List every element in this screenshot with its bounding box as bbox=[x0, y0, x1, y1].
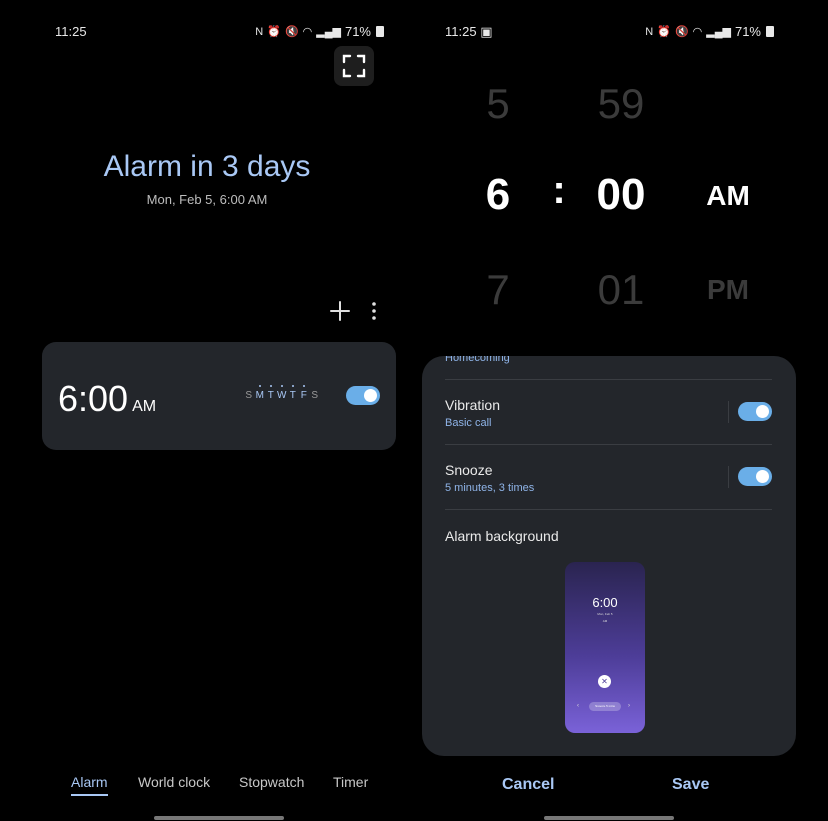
time-separator: : bbox=[552, 168, 566, 212]
tab-stopwatch[interactable]: Stopwatch bbox=[239, 774, 304, 790]
status-time: 11:25 bbox=[55, 24, 87, 39]
gallery-icon: ▣ bbox=[480, 24, 493, 39]
snooze-sub: 5 minutes, 3 times bbox=[445, 482, 535, 494]
more-vertical-icon bbox=[372, 302, 376, 320]
preview-ampm: AM bbox=[602, 619, 608, 623]
toggle-knob bbox=[756, 470, 769, 483]
alarm-toggle[interactable] bbox=[346, 386, 380, 405]
battery-percent: 71% bbox=[734, 24, 761, 39]
more-options-button[interactable] bbox=[364, 297, 384, 325]
nfc-icon: N bbox=[645, 25, 654, 38]
preview-dismiss-icon: ✕ bbox=[598, 675, 611, 688]
status-bar: 11:25 ▣ N ⏰ 🔇 ◠ ▂▄▆ 71% bbox=[414, 24, 828, 42]
battery-icon bbox=[376, 26, 384, 37]
alarm-list-screen: 11:25 N ⏰ 🔇 ◠ ▂▄▆ 71% Alarm in 3 days Mo… bbox=[0, 0, 414, 821]
repeat-days: S M T W T F S bbox=[244, 385, 320, 401]
home-indicator[interactable] bbox=[154, 816, 284, 820]
alarm-card[interactable]: 6:00 AM S M T W T F S bbox=[42, 342, 396, 450]
status-time-value: 11:25 bbox=[445, 24, 477, 39]
day-wed: W bbox=[277, 385, 287, 401]
minute-prev[interactable]: 59 bbox=[586, 80, 656, 128]
ampm-selected[interactable]: AM bbox=[698, 180, 758, 212]
bottom-tab-bar: Alarm World clock Stopwatch Timer bbox=[0, 774, 414, 796]
hour-selected[interactable]: 6 bbox=[478, 170, 518, 220]
fullscreen-icon bbox=[342, 54, 366, 78]
divider bbox=[445, 509, 772, 510]
mute-icon: 🔇 bbox=[284, 26, 299, 38]
status-icons: N ⏰ 🔇 ◠ ▂▄▆ 71% bbox=[645, 24, 774, 39]
day-fri: F bbox=[300, 385, 308, 401]
next-alarm-title: Alarm in 3 days bbox=[103, 150, 311, 183]
row-separator bbox=[728, 466, 729, 488]
alarm-status-icon: ⏰ bbox=[657, 26, 671, 38]
signal-icon: ▂▄▆ bbox=[706, 26, 731, 38]
minute-selected[interactable]: 00 bbox=[586, 170, 656, 220]
tab-world-clock[interactable]: World clock bbox=[138, 774, 210, 790]
day-tue: T bbox=[267, 385, 275, 401]
plus-icon bbox=[330, 301, 350, 321]
save-button[interactable]: Save bbox=[672, 776, 709, 794]
preview-date: Mon, Feb 5 bbox=[597, 612, 613, 616]
toggle-knob bbox=[364, 389, 377, 402]
hour-next[interactable]: 7 bbox=[478, 266, 518, 314]
toggle-knob bbox=[756, 405, 769, 418]
battery-icon bbox=[766, 26, 774, 37]
add-alarm-button[interactable] bbox=[326, 297, 354, 325]
alarm-time: 6:00 AM bbox=[58, 378, 156, 420]
expand-button[interactable] bbox=[334, 46, 374, 86]
vibration-title: Vibration bbox=[445, 397, 501, 413]
preview-snooze-pill: Snooze 5 mins bbox=[589, 702, 621, 711]
preview-time: 6:00 bbox=[592, 595, 618, 610]
alarm-ampm: AM bbox=[132, 398, 157, 415]
mute-icon: 🔇 bbox=[674, 26, 689, 38]
status-time: 11:25 ▣ bbox=[445, 24, 493, 40]
wifi-icon: ◠ bbox=[692, 26, 703, 38]
wifi-icon: ◠ bbox=[302, 26, 313, 38]
vibration-toggle[interactable] bbox=[738, 402, 772, 421]
signal-icon: ▂▄▆ bbox=[316, 26, 341, 38]
minute-next[interactable]: 01 bbox=[586, 266, 656, 314]
preview-right-arrow-icon: › bbox=[628, 703, 630, 709]
day-sat: S bbox=[311, 390, 319, 401]
home-indicator[interactable] bbox=[544, 816, 674, 820]
nfc-icon: N bbox=[255, 25, 264, 38]
cancel-button[interactable]: Cancel bbox=[502, 776, 554, 794]
day-sun: S bbox=[245, 390, 253, 401]
preview-left-arrow-icon: ‹ bbox=[577, 703, 579, 709]
alarm-status-icon: ⏰ bbox=[267, 26, 281, 38]
status-icons: N ⏰ 🔇 ◠ ▂▄▆ 71% bbox=[255, 24, 384, 39]
status-bar: 11:25 N ⏰ 🔇 ◠ ▂▄▆ 71% bbox=[0, 24, 414, 42]
edit-alarm-screen: 11:25 ▣ N ⏰ 🔇 ◠ ▂▄▆ 71% 5 6 7 : 59 00 01… bbox=[414, 0, 828, 821]
alarm-background-preview[interactable]: 6:00 Mon, Feb 5 AM ✕ ‹ Snooze 5 mins › bbox=[565, 562, 645, 733]
day-mon: M bbox=[255, 385, 265, 401]
snooze-title: Snooze bbox=[445, 462, 493, 478]
tab-alarm[interactable]: Alarm bbox=[71, 774, 108, 796]
day-thu: T bbox=[289, 385, 297, 401]
alarm-settings-sheet: Homecoming Vibration Basic call Snooze 5… bbox=[422, 356, 796, 756]
divider bbox=[445, 444, 772, 445]
vibration-sub: Basic call bbox=[445, 417, 492, 429]
ringtone-sub: Homecoming bbox=[445, 356, 510, 364]
hour-prev[interactable]: 5 bbox=[478, 80, 518, 128]
snooze-toggle[interactable] bbox=[738, 467, 772, 486]
alarm-time-value: 6:00 bbox=[58, 378, 129, 419]
battery-percent: 71% bbox=[344, 24, 371, 39]
row-separator bbox=[728, 401, 729, 423]
ampm-next[interactable]: PM bbox=[698, 274, 758, 306]
tab-timer[interactable]: Timer bbox=[333, 774, 368, 790]
alarm-background-title: Alarm background bbox=[445, 528, 559, 544]
next-alarm-date: Mon, Feb 5, 6:00 AM bbox=[146, 192, 268, 207]
divider bbox=[445, 379, 772, 380]
